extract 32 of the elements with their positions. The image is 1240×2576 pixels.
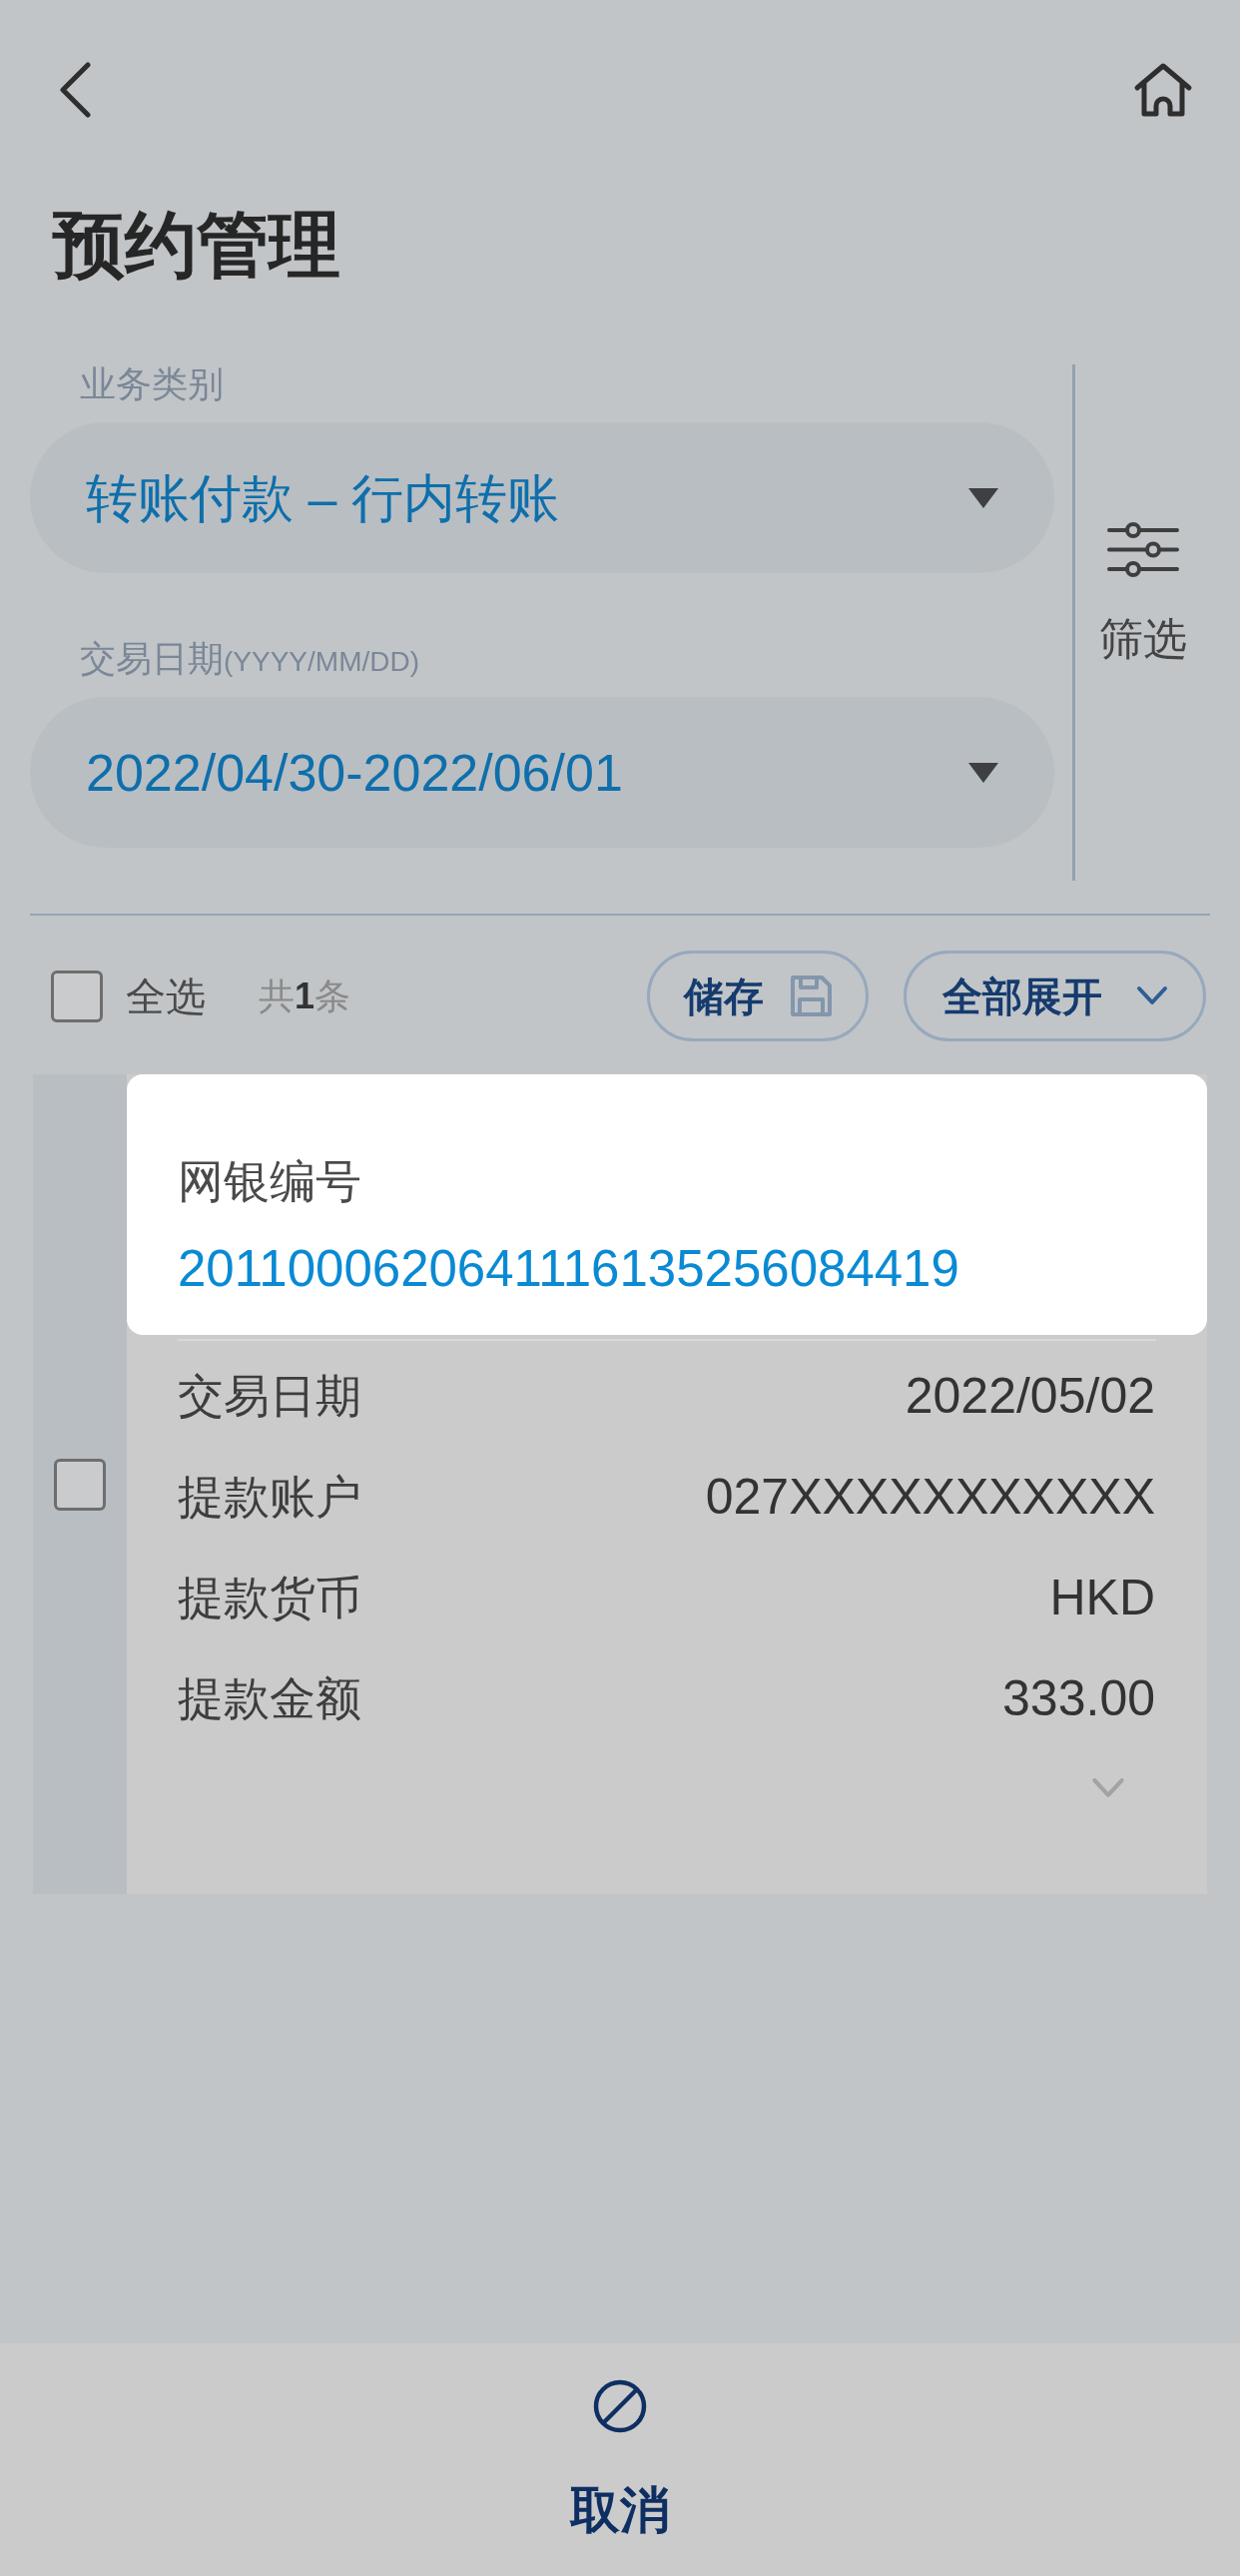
record-count: 共1条: [259, 973, 351, 1018]
prohibited-icon: [593, 2379, 647, 2433]
select-all-checkbox[interactable]: [51, 969, 103, 1022]
caret-down-icon: [968, 487, 998, 508]
dropdown-field[interactable]: 转账付款 – 行内转账: [30, 422, 1054, 573]
back-icon: [59, 62, 91, 118]
save-button[interactable]: 储存: [647, 951, 869, 1041]
detail-label: 交易日期: [178, 1368, 361, 1424]
dropdown-field[interactable]: 2022/04/30-2022/06/01: [30, 697, 1054, 848]
detail-label: 提款账户: [178, 1469, 361, 1525]
back-button[interactable]: [59, 62, 91, 118]
reference-label: 网银编号: [178, 1154, 362, 1209]
select-all-label[interactable]: 全选: [126, 971, 206, 1020]
detail-value: 333.00: [1002, 1668, 1155, 1727]
detail-label: 提款货币: [178, 1570, 361, 1625]
detail-value: HKD: [1049, 1568, 1155, 1626]
row-checkbox[interactable]: [54, 1458, 106, 1511]
field-label: 业务类别: [80, 363, 224, 404]
detail-label: 提款金额: [178, 1670, 361, 1726]
field-label: 交易日期(YYYY/MM/DD): [80, 638, 419, 679]
page-title: 预约管理: [53, 204, 340, 287]
chevron-down-icon[interactable]: [1135, 985, 1168, 1006]
home-icon: [1133, 62, 1193, 118]
sliders-icon: [1106, 522, 1179, 577]
detail-value: 027XXXXXXXXXXX: [705, 1467, 1155, 1526]
reference-number: 2011000620641116135256084419: [178, 1239, 960, 1299]
detail-value: 2022/05/02: [905, 1366, 1155, 1425]
filter-button[interactable]: 筛选: [1075, 364, 1210, 881]
home-button[interactable]: [1133, 62, 1193, 118]
expand-all-button[interactable]: 全部展开: [904, 951, 1206, 1041]
cancel-button[interactable]: 取消: [0, 2343, 1240, 2576]
caret-down-icon: [968, 762, 998, 783]
